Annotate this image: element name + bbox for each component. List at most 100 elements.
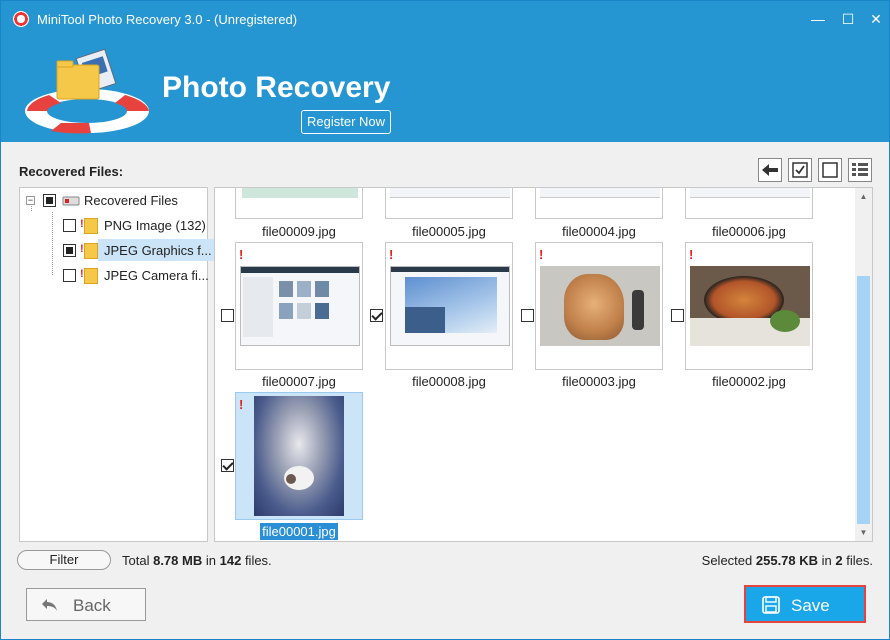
minimize-button[interactable]: — [807, 9, 829, 29]
file-thumbnail[interactable]: ! [685, 242, 813, 370]
app-window: MiniTool Photo Recovery 3.0 - (Unregiste… [0, 0, 890, 640]
total-prefix: Total [122, 553, 150, 568]
back-label: Back [73, 596, 111, 615]
uncheck-all-icon [822, 162, 838, 178]
warning-icon: ! [389, 247, 394, 262]
file-checkbox[interactable] [370, 309, 383, 322]
selected-summary: Selected 255.78 KB in 2 files. [702, 553, 873, 568]
check-all-button[interactable] [788, 158, 812, 182]
tree-checkbox[interactable] [63, 269, 76, 282]
drive-icon [62, 196, 80, 206]
vertical-scrollbar[interactable]: ▲ ▼ [855, 188, 872, 541]
file-grid: file00009.jpg file00005.jpg file00004.jp… [214, 187, 873, 542]
thumbnail-image [242, 188, 358, 198]
recovered-files-label: Recovered Files: [19, 164, 124, 179]
uncheck-all-button[interactable] [818, 158, 842, 182]
file-thumbnail[interactable]: ! [385, 242, 513, 370]
save-label: Save [791, 596, 830, 615]
tree-item-jpeg-camera[interactable]: JPEG Camera fi... [20, 265, 209, 287]
maximize-button[interactable]: ☐ [837, 9, 859, 29]
folder-warning-icon [80, 243, 98, 259]
tree-item-recovered-files[interactable]: − Recovered Files [20, 190, 205, 212]
file-name[interactable]: file00004.jpg [524, 224, 674, 239]
file-name-text: file00002.jpg [712, 374, 786, 389]
file-name[interactable]: file00002.jpg [674, 374, 824, 389]
scrollbar-thumb[interactable] [857, 276, 870, 524]
filter-button[interactable]: Filter [17, 550, 111, 570]
app-icon [13, 11, 29, 27]
file-name-text: file00003.jpg [562, 374, 636, 389]
folder-warning-icon [80, 218, 98, 234]
file-name[interactable]: file00006.jpg [674, 224, 824, 239]
file-thumbnail[interactable] [535, 188, 663, 219]
thumbnail-image [254, 396, 344, 516]
check-all-icon [792, 162, 808, 178]
file-name[interactable]: file00007.jpg [224, 374, 374, 389]
file-name-text: file00008.jpg [412, 374, 486, 389]
page-title: Photo Recovery [162, 71, 391, 104]
close-button[interactable]: ✕ [865, 9, 887, 29]
file-name-text: file00001.jpg [260, 523, 338, 540]
thumbnail-image [540, 266, 660, 346]
title-bar: MiniTool Photo Recovery 3.0 - (Unregiste… [1, 1, 889, 37]
file-checkbox[interactable] [671, 309, 684, 322]
file-name-text: file00009.jpg [262, 224, 336, 239]
file-thumbnail[interactable]: ! [235, 392, 363, 520]
thumbnail-image [390, 188, 510, 198]
tree-checkbox[interactable] [63, 219, 76, 232]
tree-checkbox[interactable] [63, 244, 76, 257]
window-title: MiniTool Photo Recovery 3.0 - (Unregiste… [37, 12, 298, 27]
file-name-text: file00007.jpg [262, 374, 336, 389]
thumbnail-image [390, 266, 510, 346]
floppy-disk-icon [762, 596, 780, 614]
save-button[interactable]: Save [744, 585, 866, 623]
file-name-text: file00006.jpg [712, 224, 786, 239]
thumbnail-image [690, 266, 810, 346]
collapse-toggle-icon[interactable]: − [26, 196, 35, 205]
thumbnail-image [540, 188, 660, 198]
warning-icon: ! [239, 247, 244, 262]
file-name[interactable]: file00003.jpg [524, 374, 674, 389]
file-checkbox[interactable] [221, 459, 234, 472]
selected-suffix: files. [846, 553, 873, 568]
selected-in: in [821, 553, 832, 568]
list-view-icon [852, 163, 868, 176]
selected-size: 255.78 KB [755, 553, 819, 568]
file-thumbnail[interactable]: ! [535, 242, 663, 370]
lifebuoy-logo-icon [25, 48, 149, 134]
total-count: 142 [219, 553, 242, 568]
file-name-text: file00005.jpg [412, 224, 486, 239]
file-name[interactable]: file00001.jpg [224, 523, 374, 540]
back-button[interactable]: Back [26, 588, 146, 621]
undo-arrow-icon [42, 599, 57, 611]
file-thumbnail[interactable]: ! [235, 242, 363, 370]
scroll-up-icon[interactable]: ▲ [855, 188, 872, 205]
file-checkbox[interactable] [521, 309, 534, 322]
total-suffix: files. [244, 553, 272, 568]
file-name[interactable]: file00005.jpg [374, 224, 524, 239]
file-name[interactable]: file00009.jpg [224, 224, 374, 239]
file-thumbnail[interactable] [385, 188, 513, 219]
selected-count: 2 [835, 553, 843, 568]
scroll-down-icon[interactable]: ▼ [855, 524, 872, 541]
back-view-button[interactable] [758, 158, 782, 182]
tree-item-png-image[interactable]: PNG Image (132) [20, 215, 206, 237]
tree-item-jpeg-graphics[interactable]: JPEG Graphics f... [20, 240, 212, 262]
total-size: 8.78 MB [153, 553, 203, 568]
warning-icon: ! [539, 247, 544, 262]
tree-checkbox[interactable] [43, 194, 56, 207]
folder-warning-icon [80, 268, 98, 284]
file-name-text: file00004.jpg [562, 224, 636, 239]
warning-icon: ! [239, 397, 244, 412]
file-thumbnail[interactable] [685, 188, 813, 219]
thumbnail-image [240, 266, 360, 346]
file-name[interactable]: file00008.jpg [374, 374, 524, 389]
arrow-left-icon [762, 164, 778, 176]
file-checkbox[interactable] [221, 309, 234, 322]
warning-icon: ! [689, 247, 694, 262]
file-thumbnail[interactable] [235, 188, 363, 219]
tree-item-label: JPEG Camera fi... [104, 268, 209, 283]
register-now-button[interactable]: Register Now [301, 110, 391, 134]
view-mode-button[interactable] [848, 158, 872, 182]
total-in: in [205, 553, 216, 568]
